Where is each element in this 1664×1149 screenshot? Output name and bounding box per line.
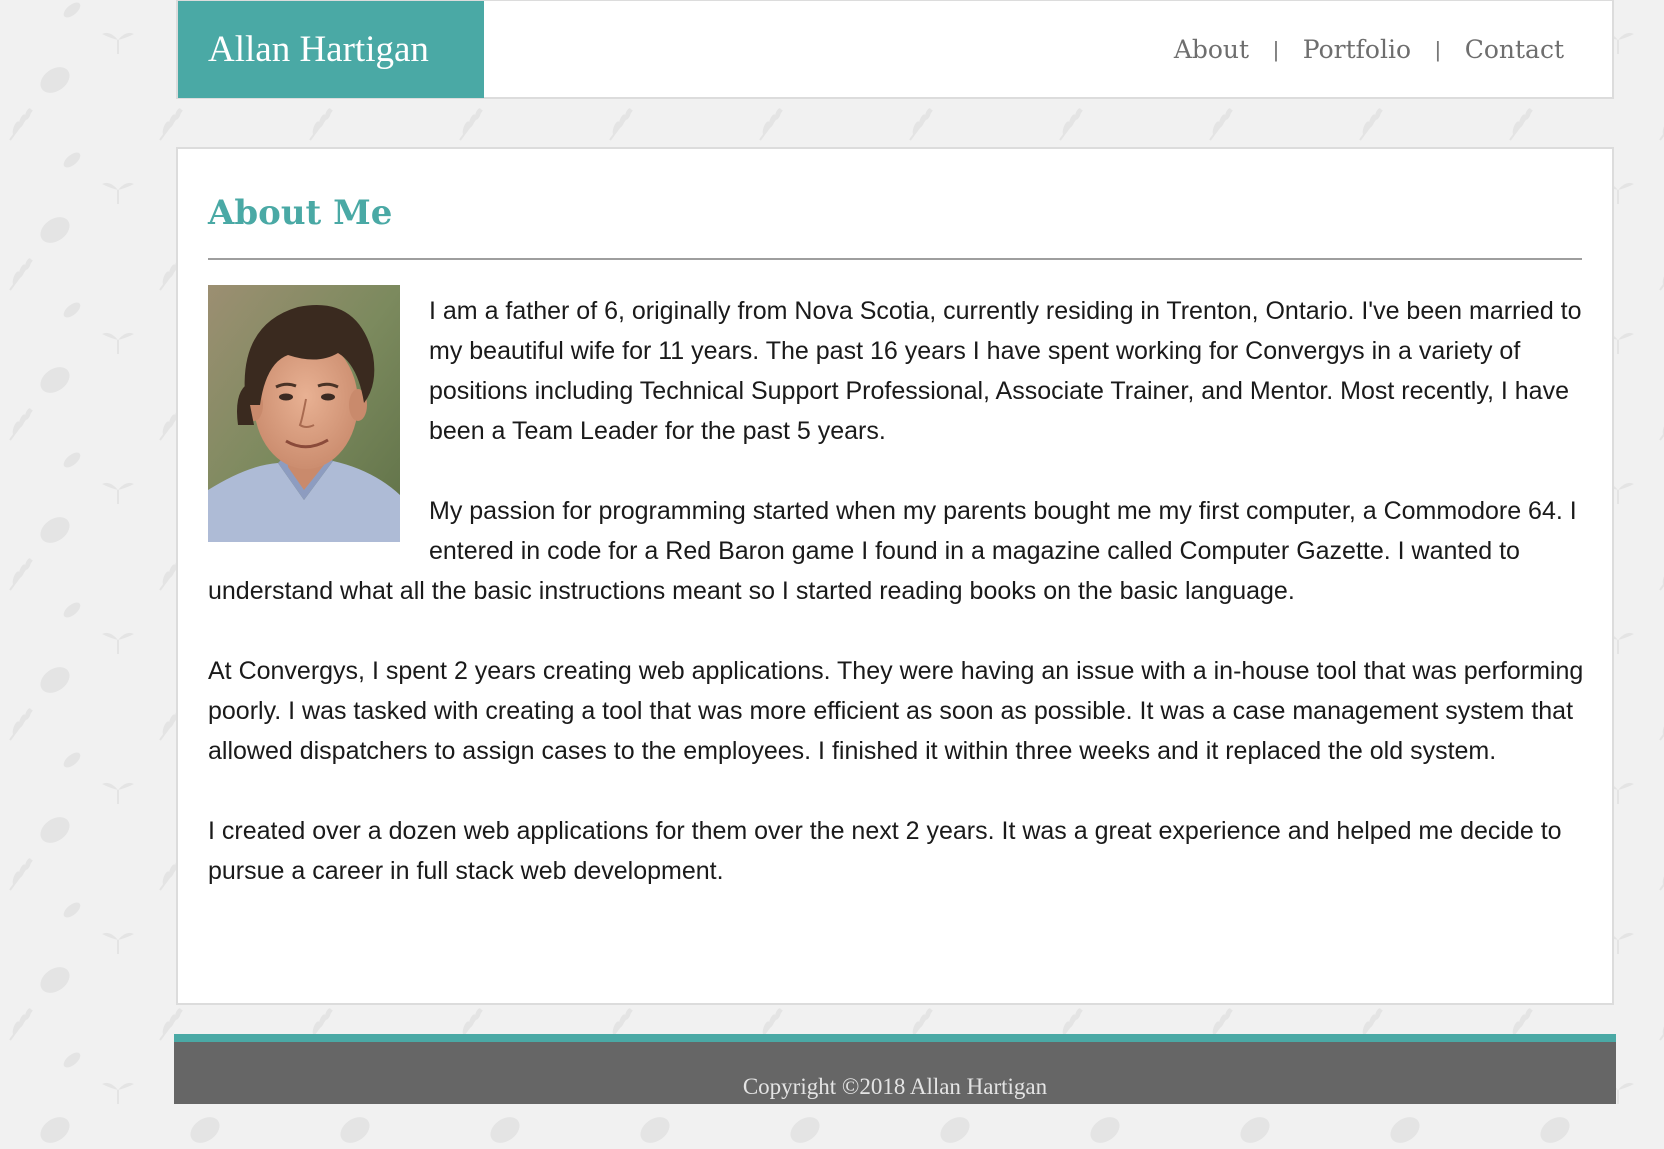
title-divider: [208, 258, 1582, 260]
section-title: About Me: [208, 193, 393, 233]
nav-separator: |: [1435, 36, 1441, 62]
about-section: About Me I am a father of 6, originally …: [176, 147, 1614, 1005]
about-paragraph: At Convergys, I spent 2 years creating w…: [208, 657, 1584, 765]
site-brand[interactable]: Allan Hartigan: [178, 1, 484, 98]
nav-link-contact[interactable]: Contact: [1465, 35, 1564, 64]
site-footer: Copyright ©2018 Allan Hartigan: [174, 1034, 1616, 1104]
about-paragraph: I am a father of 6, originally from Nova…: [429, 297, 1582, 445]
about-content: I am a father of 6, originally from Nova…: [208, 285, 1584, 891]
copyright-text: Copyright ©2018 Allan Hartigan: [742, 1074, 1048, 1099]
nav-separator: |: [1273, 36, 1279, 62]
about-paragraph: My passion for programming started when …: [208, 497, 1577, 605]
nav-link-portfolio[interactable]: Portfolio: [1303, 35, 1411, 64]
profile-photo: [208, 285, 400, 542]
site-header: Allan Hartigan About | Portfolio | Conta…: [176, 0, 1614, 99]
main-nav: About | Portfolio | Contact: [1174, 1, 1564, 98]
nav-link-about[interactable]: About: [1174, 35, 1249, 64]
about-paragraph: I created over a dozen web applications …: [208, 817, 1562, 885]
